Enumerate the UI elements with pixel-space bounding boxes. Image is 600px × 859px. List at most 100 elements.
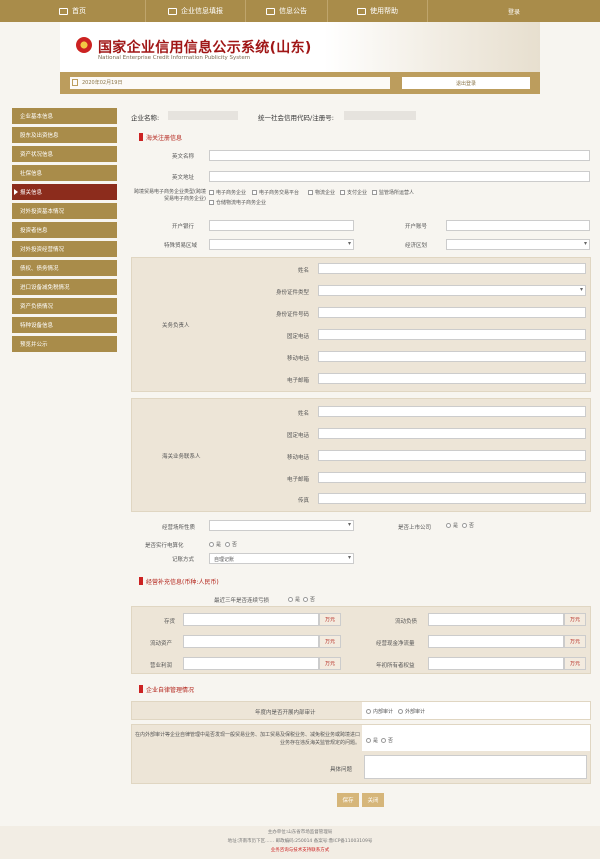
national-emblem-icon (76, 37, 92, 53)
radio-label: 是 (295, 597, 301, 603)
sidebar-item-investor[interactable]: 投资者信息 (12, 222, 117, 238)
contact-mobile-label: 移动电话 (287, 455, 310, 461)
loss-no-radio[interactable]: 否 (303, 596, 315, 603)
sidebar-item-assets[interactable]: 资产状况信息 (12, 146, 117, 162)
contact-fax-input[interactable] (318, 493, 586, 504)
nav-home[interactable]: 首页 (0, 0, 146, 22)
legal-email-input[interactable] (318, 373, 586, 384)
contact-email-input[interactable] (318, 472, 586, 483)
radio-icon (225, 542, 230, 547)
sidebar-item-import-equipment[interactable]: 进口设备减免税情况 (12, 279, 117, 295)
option-label: 监管场所运营人 (379, 190, 415, 196)
radio-label: 否 (469, 523, 475, 529)
economic-zone-select[interactable] (446, 239, 590, 250)
nav-info-fill-label: 企业信息填报 (181, 7, 223, 15)
sidebar-item-liabilities[interactable]: 资产负债情况 (12, 298, 117, 314)
external-audit-radio[interactable]: 外部审计 (398, 708, 425, 715)
contact-name-input[interactable] (318, 406, 586, 417)
legal-mobile-input[interactable] (318, 351, 586, 362)
sidebar-item-foreign-invest[interactable]: 对外投资基本情况 (12, 203, 117, 219)
account-input[interactable] (446, 220, 590, 231)
checkbox-icon (209, 190, 214, 195)
notice-icon (266, 7, 275, 15)
legal-id-number-input[interactable] (318, 307, 586, 318)
loss-yes-radio[interactable]: 是 (288, 596, 300, 603)
nav-help[interactable]: 使用帮助 (328, 0, 428, 22)
option-label: 电子商务交易平台 (259, 190, 300, 196)
english-address-label: 英文地址 (172, 175, 195, 181)
option-payment[interactable]: 支付企业 (340, 189, 367, 196)
option-logistics[interactable]: 物流企业 (308, 189, 335, 196)
close-button[interactable]: 关闭 (362, 793, 384, 807)
checkbox-icon (209, 200, 214, 205)
legal-id-type-label: 身份证件类型 (276, 290, 310, 296)
english-name-label: 英文名称 (172, 154, 195, 160)
current-assets-label: 流动资产 (150, 641, 173, 647)
sidebar-item-special-equipment[interactable]: 特种设备信息 (12, 317, 117, 333)
sidebar-item-customs[interactable]: 报关信息 (12, 184, 117, 200)
checkbox-icon (340, 190, 345, 195)
premises-select[interactable] (209, 520, 354, 531)
option-warehouse-logistics[interactable]: 仓储物流电子商务企业 (209, 199, 266, 206)
detail-problem-textarea[interactable] (364, 755, 587, 779)
site-subtitle: National Enterprise Credit Information P… (98, 55, 251, 61)
logout-button[interactable]: 退出登录 (402, 77, 530, 89)
legal-person-group-label: 关务负责人 (162, 323, 190, 329)
checkbox-icon (308, 190, 313, 195)
finance-section-title: 经营补充信息(币种:人民币) (139, 577, 219, 586)
current-liabilities-input[interactable] (428, 613, 564, 626)
sidebar-item-basic[interactable]: 企业基本信息 (12, 108, 117, 124)
legal-name-input[interactable] (318, 263, 586, 274)
home-icon (59, 7, 68, 15)
footer-support-link[interactable]: 业务咨询与技术支持联系方式 (0, 847, 600, 853)
nav-help-label: 使用帮助 (370, 7, 398, 15)
internal-audit-radio[interactable]: 内部审计 (366, 708, 393, 715)
computerized-yes-radio[interactable]: 是 (209, 541, 221, 548)
listed-yes-radio[interactable]: 是 (446, 522, 458, 529)
operating-profit-input[interactable] (183, 657, 319, 670)
bank-input[interactable] (209, 220, 354, 231)
footer-address: 地址:济南市历下区…… 邮政编码:250014 备案号:鲁ICP备1100310… (227, 839, 373, 844)
sidebar-item-social-security[interactable]: 社保信息 (12, 165, 117, 181)
radio-label: 是 (453, 523, 459, 529)
help-icon (357, 7, 366, 15)
nav-login[interactable]: 登录 (428, 0, 600, 22)
listed-no-radio[interactable]: 否 (462, 522, 474, 529)
legal-phone-input[interactable] (318, 329, 586, 340)
legal-id-type-select[interactable] (318, 285, 586, 296)
sidebar-item-shareholder[interactable]: 股东及出资信息 (12, 127, 117, 143)
computerized-label: 是否实行电算化 (145, 543, 184, 549)
option-trading-platform[interactable]: 电子商务交易平台 (252, 189, 299, 196)
sidebar-item-invest-operation[interactable]: 对外投资经营情况 (12, 241, 117, 257)
contact-mobile-input[interactable] (318, 450, 586, 461)
cash-flow-unit: 万元 (564, 635, 586, 648)
save-button[interactable]: 保存 (337, 793, 359, 807)
radio-label: 否 (232, 542, 238, 548)
sidebar-item-preview[interactable]: 预览并公示 (12, 336, 117, 352)
current-assets-input[interactable] (183, 635, 319, 648)
option-label: 物流企业 (315, 190, 336, 196)
bookkeeping-select[interactable]: 自理记账 (209, 553, 354, 564)
economic-zone-label: 经济区划 (405, 243, 428, 249)
contact-phone-input[interactable] (318, 428, 586, 439)
special-area-select[interactable] (209, 239, 354, 250)
nav-announcement-label: 信息公告 (279, 7, 307, 15)
nav-info-fill[interactable]: 企业信息填报 (146, 0, 246, 22)
cash-flow-input[interactable] (428, 635, 564, 648)
computerized-no-radio[interactable]: 否 (225, 541, 237, 548)
option-supervision-operator[interactable]: 监管场所运营人 (372, 189, 414, 196)
listed-label: 是否上市公司 (398, 525, 432, 531)
english-address-input[interactable] (209, 171, 590, 182)
inventory-input[interactable] (183, 613, 319, 626)
credit-code-label: 统一社会信用代码/注册号: (258, 114, 334, 122)
violation-no-radio[interactable]: 否 (381, 737, 393, 744)
owner-equity-input[interactable] (428, 657, 564, 670)
sidebar-item-debt[interactable]: 债权、债务情况 (12, 260, 117, 276)
english-name-input[interactable] (209, 150, 590, 161)
current-date: 2020年02月19日 (82, 80, 123, 86)
radio-label: 外部审计 (405, 709, 426, 715)
nav-announcement[interactable]: 信息公告 (246, 0, 328, 22)
violation-yes-radio[interactable]: 是 (366, 737, 378, 744)
option-ecommerce-enterprise[interactable]: 电子商务企业 (209, 189, 246, 196)
footer-organizer: 主办单位:山东省市场监督管理局 (267, 830, 333, 835)
